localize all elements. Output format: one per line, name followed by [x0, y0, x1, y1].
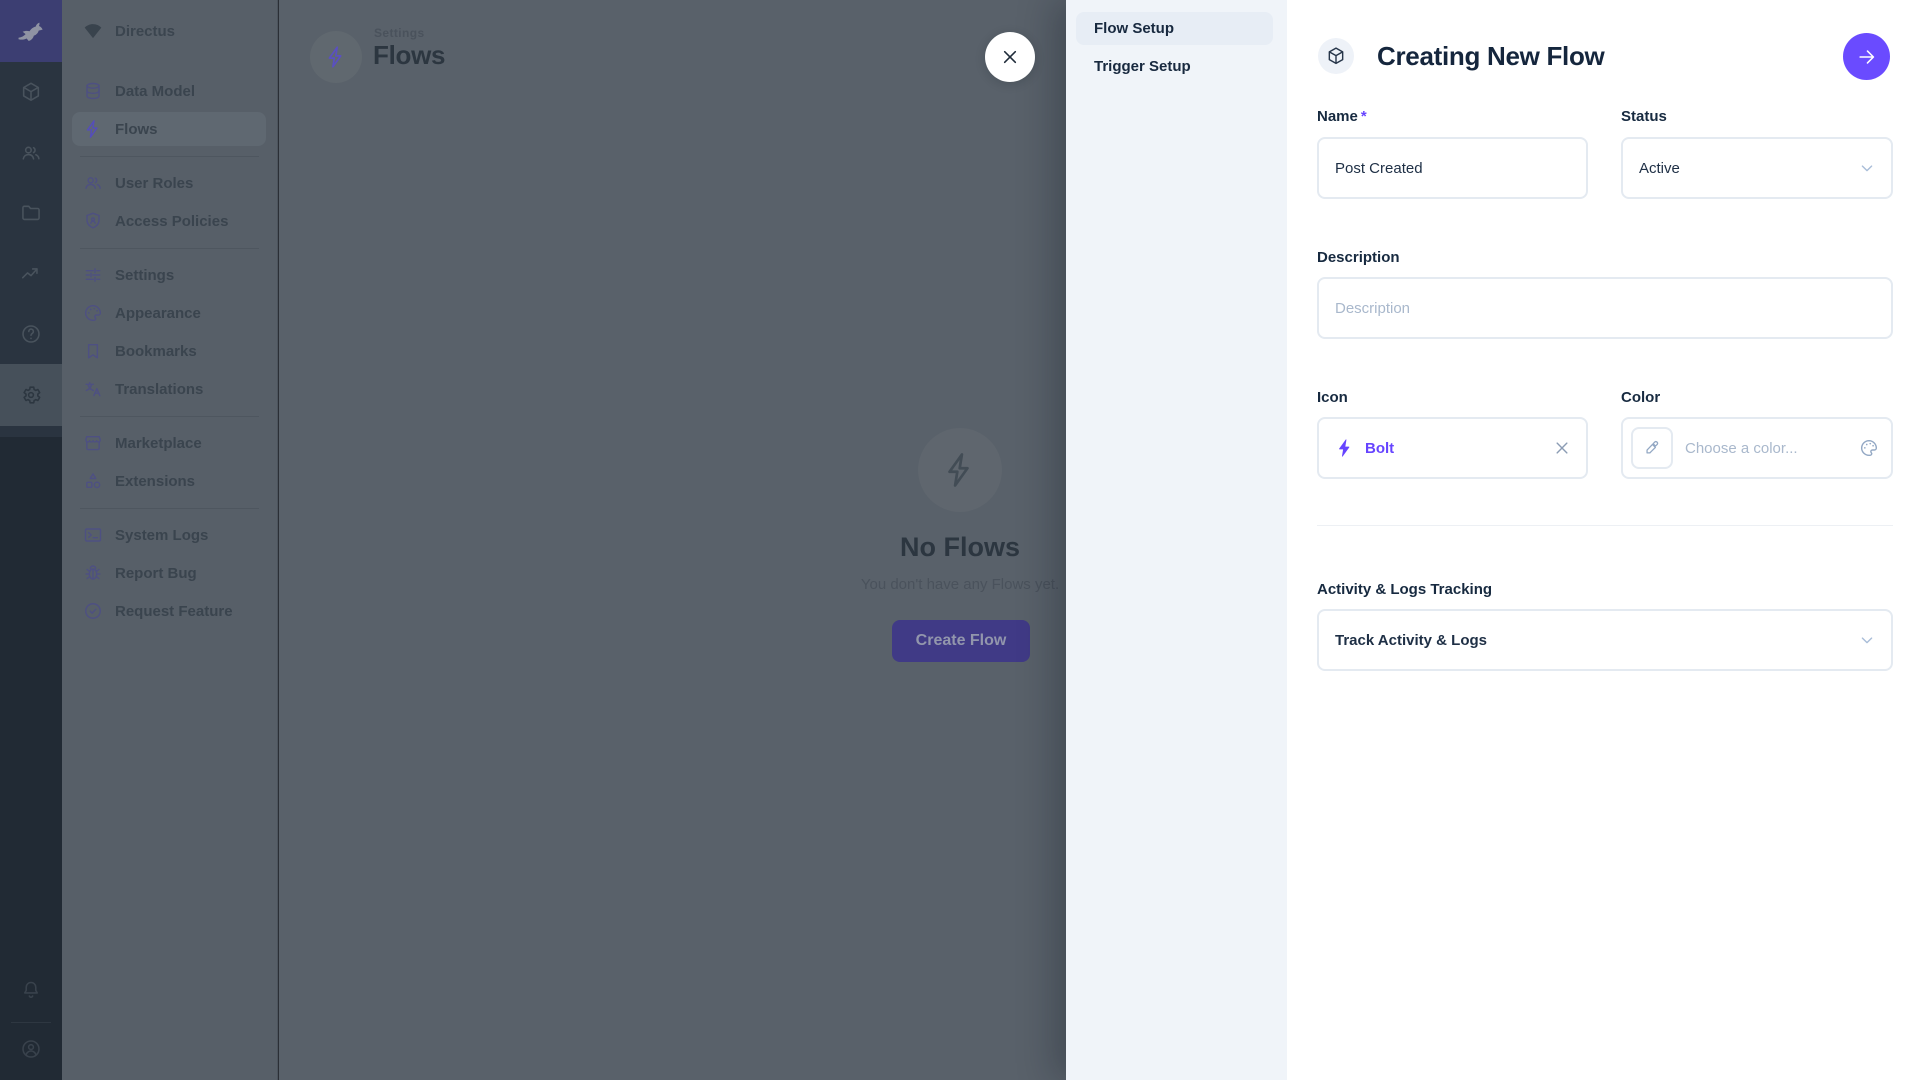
drawer-tab-flow-setup[interactable]: Flow Setup: [1076, 12, 1273, 45]
icon-label: Icon: [1317, 389, 1348, 406]
chevron-down-icon: [1857, 158, 1877, 178]
tracking-label: Activity & Logs Tracking: [1317, 581, 1492, 598]
color-input[interactable]: [1683, 439, 1837, 458]
drawer-close-button[interactable]: [985, 32, 1035, 82]
required-mark: *: [1361, 108, 1367, 125]
chevron-down-icon: [1857, 630, 1877, 650]
status-select[interactable]: Active: [1621, 137, 1893, 199]
drawer-tab-trigger-setup[interactable]: Trigger Setup: [1076, 50, 1273, 83]
drawer-submit-button[interactable]: [1843, 33, 1890, 80]
color-label: Color: [1621, 389, 1660, 406]
color-palette-button[interactable]: [1859, 419, 1879, 477]
description-label: Description: [1317, 249, 1400, 266]
description-input[interactable]: [1317, 277, 1893, 339]
close-icon: [999, 46, 1021, 68]
drawer-overlay[interactable]: [0, 0, 1066, 1080]
name-label: Name*: [1317, 108, 1367, 125]
drawer-title: Creating New Flow: [1377, 41, 1604, 72]
box-icon: [1326, 46, 1346, 66]
tracking-select[interactable]: Track Activity & Logs: [1317, 609, 1893, 671]
app-root: Directus Data ModelFlowsUser RolesAccess…: [0, 0, 1920, 1080]
icon-value: Bolt: [1365, 440, 1394, 457]
color-field: [1621, 417, 1893, 479]
eyedropper-icon: [1643, 439, 1661, 457]
status-label: Status: [1621, 108, 1667, 125]
section-divider: [1317, 525, 1893, 526]
drawer-section-nav: Flow Setup Trigger Setup: [1066, 0, 1287, 1080]
color-swatch-button[interactable]: [1631, 427, 1673, 469]
arrow-right-icon: [1856, 46, 1878, 68]
name-input[interactable]: [1317, 137, 1588, 199]
tracking-value: Track Activity & Logs: [1335, 632, 1487, 649]
status-value: Active: [1639, 160, 1680, 177]
palette-icon: [1859, 438, 1879, 458]
drawer-icon-badge: [1318, 38, 1354, 74]
clear-icon-button[interactable]: [1552, 438, 1572, 458]
drawer-content: Creating New Flow Name* Status Active De…: [1287, 0, 1920, 1080]
bolt-icon: [1335, 438, 1355, 458]
icon-select[interactable]: Bolt: [1317, 417, 1588, 479]
create-flow-drawer: Flow Setup Trigger Setup Creating New Flo…: [1066, 0, 1920, 1080]
